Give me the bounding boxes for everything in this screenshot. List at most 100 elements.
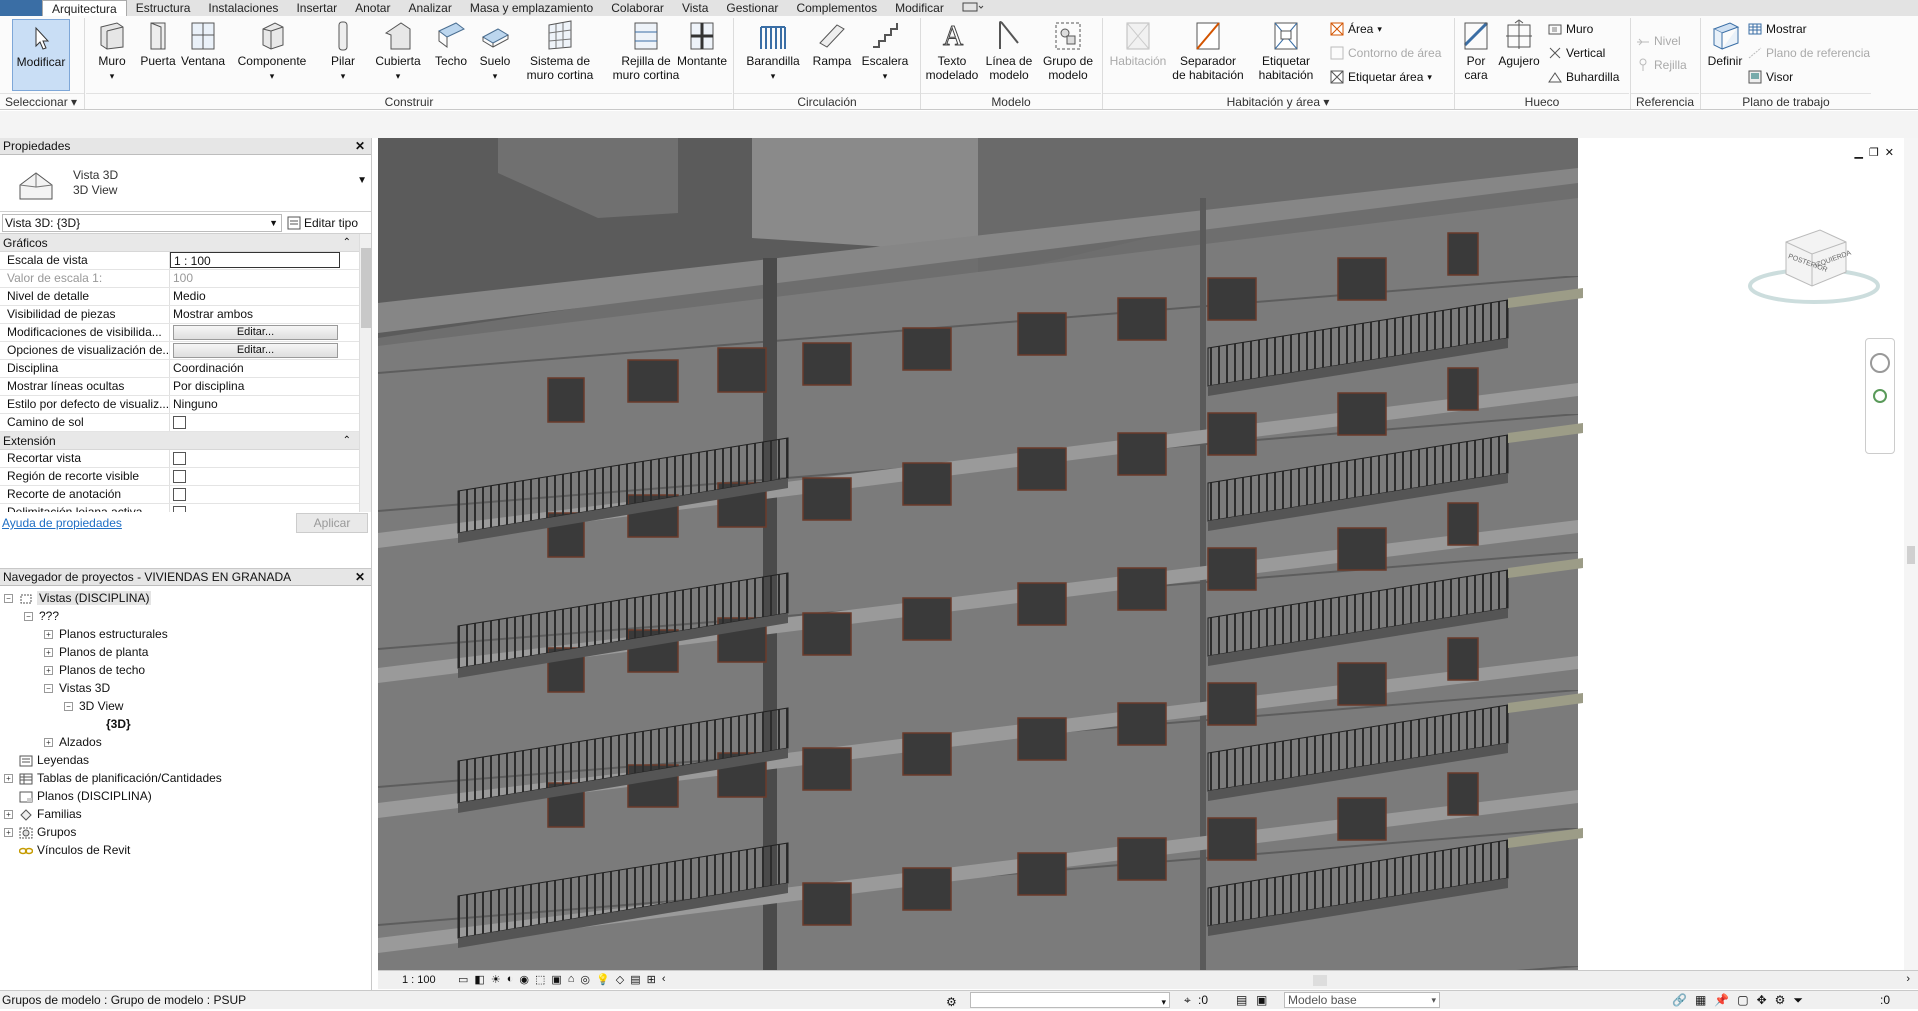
viewcube[interactable]: POSTERIOR IZQUIERDA — [1744, 224, 1884, 314]
edit-type-button[interactable]: Editar tipo — [287, 214, 358, 232]
agujero-button[interactable]: Agujero — [1496, 19, 1542, 68]
prop-value[interactable]: Por disciplina — [170, 378, 359, 395]
prop-row[interactable]: Estilo por defecto de visualiz... Ninguno — [0, 396, 359, 414]
visor-button[interactable]: Visor — [1748, 70, 1793, 84]
scroll-right-icon[interactable]: › — [1906, 973, 1910, 985]
tab-vista[interactable]: Vista — [673, 0, 717, 16]
tab-colaborar[interactable]: Colaborar — [602, 0, 673, 16]
main-model-icon[interactable]: ▣ — [1256, 991, 1267, 1009]
section-extension[interactable]: Extensión ⌃ — [0, 432, 359, 450]
tree-item-grupos[interactable]: + Grupos — [4, 823, 76, 841]
barandilla-button[interactable]: Barandilla ▾ — [740, 19, 806, 83]
ventana-button[interactable]: Ventana — [181, 19, 225, 68]
expand-icon[interactable]: + — [44, 738, 53, 748]
expand-icon[interactable]: + — [44, 666, 53, 676]
group-habitacion-area[interactable]: Habitación y área ▾ — [1103, 93, 1453, 109]
sun-path-checkbox[interactable] — [173, 416, 186, 429]
workset-dropdown[interactable]: ▾ — [970, 992, 1170, 1008]
building-3d-model[interactable] — [378, 138, 1918, 970]
chevron-down-icon[interactable]: ▼ — [357, 175, 367, 186]
crop-view-icon[interactable]: ⬚ — [535, 973, 545, 986]
visual-style-icon[interactable]: ◧ — [474, 973, 484, 986]
properties-help-link[interactable]: Ayuda de propiedades — [2, 516, 122, 530]
tab-masa[interactable]: Masa y emplazamiento — [461, 0, 602, 16]
expand-icon[interactable]: + — [44, 630, 53, 640]
tab-instalaciones[interactable]: Instalaciones — [199, 0, 287, 16]
escalera-button[interactable]: Escalera ▾ — [858, 19, 912, 83]
prop-row[interactable]: Opciones de visualización de... Editar... — [0, 342, 359, 360]
prop-row[interactable]: Región de recorte visible — [0, 468, 359, 486]
tree-item-familias[interactable]: + Familias — [4, 805, 82, 823]
sun-path-icon[interactable]: ☀ — [491, 973, 501, 986]
design-option-dropdown[interactable]: Modelo base ▾ — [1284, 992, 1440, 1008]
close-icon[interactable]: ✕ — [355, 569, 365, 586]
tree-item-planos-estructurales[interactable]: + Planos estructurales — [44, 625, 168, 643]
cubierta-button[interactable]: Cubierta ▾ — [372, 19, 424, 83]
tree-item-vinculos[interactable]: Vínculos de Revit — [4, 841, 130, 859]
prop-value[interactable]: Mostrar ambos — [170, 306, 359, 323]
prop-row[interactable]: Modificaciones de visibilida... Editar... — [0, 324, 359, 342]
hueco-muro-button[interactable]: Muro — [1548, 22, 1593, 36]
tab-arquitectura[interactable]: Arquitectura — [42, 0, 127, 17]
background-processes-icon[interactable]: ⚙ — [1775, 991, 1786, 1009]
highlight-icon[interactable]: ▤ — [630, 973, 640, 986]
tree-item-planos-techo[interactable]: + Planos de techo — [44, 661, 145, 679]
group-seleccionar[interactable]: Seleccionar ▾ — [0, 93, 84, 109]
prop-row[interactable]: Escala de vista 1 : 100 — [0, 252, 359, 270]
prop-value[interactable]: Medio — [170, 288, 359, 305]
select-face-icon[interactable]: ▢ — [1737, 991, 1748, 1009]
etiquetar-area-button[interactable]: Etiquetar área ▾ — [1330, 70, 1432, 84]
techo-button[interactable]: Techo — [431, 19, 471, 68]
properties-scrollbar[interactable] — [359, 234, 371, 512]
expand-icon[interactable]: + — [44, 648, 53, 658]
prop-value[interactable]: Ninguno — [170, 396, 359, 413]
prop-row[interactable]: Camino de sol — [0, 414, 359, 432]
etiquetar-habitacion-button[interactable]: Etiquetar habitación — [1250, 19, 1322, 82]
tree-item-tablas[interactable]: + Tablas de planificación/Cantidades — [4, 769, 222, 787]
buhardilla-button[interactable]: Buhardilla — [1548, 70, 1619, 84]
tab-analizar[interactable]: Analizar — [399, 0, 460, 16]
minimize-icon[interactable]: ▁ — [1854, 146, 1862, 159]
tree-item-vistas-3d[interactable]: − Vistas 3D — [44, 679, 110, 697]
shadows-icon[interactable]: ◐ — [507, 973, 514, 986]
tree-item-unknown[interactable]: −??? — [24, 607, 59, 625]
scroll-thumb[interactable] — [1907, 546, 1915, 564]
close-icon[interactable]: ✕ — [355, 138, 365, 155]
mostrar-button[interactable]: Mostrar — [1748, 22, 1807, 36]
application-menu-button[interactable] — [0, 0, 42, 16]
drag-elements-icon[interactable]: ✥ — [1757, 991, 1767, 1009]
definir-button[interactable]: Definir — [1704, 19, 1746, 68]
ribbon-minimize-toggle-icon[interactable] — [953, 0, 993, 16]
instance-filter-dropdown[interactable]: Vista 3D: {3D} ▼ — [2, 214, 282, 232]
muro-button[interactable]: Muro ▾ — [92, 19, 132, 83]
tree-item-planos-planta[interactable]: + Planos de planta — [44, 643, 148, 661]
prop-row[interactable]: Nivel de detalle Medio — [0, 288, 359, 306]
collapse-icon[interactable]: − — [44, 684, 53, 694]
sistema-muro-cortina-button[interactable]: Sistema de muro cortina — [522, 19, 598, 82]
tab-modificar[interactable]: Modificar — [886, 0, 953, 16]
3d-viewport[interactable]: ▁ ❐ ✕ POSTERIOR IZQUIERDA — [378, 138, 1918, 970]
horizontal-scroll-thumb[interactable] — [1313, 975, 1327, 986]
tab-insertar[interactable]: Insertar — [287, 0, 346, 16]
vertical-scrollbar[interactable] — [1904, 138, 1918, 970]
prop-row[interactable]: Mostrar líneas ocultas Por disciplina — [0, 378, 359, 396]
scroll-left-icon[interactable]: ‹ — [662, 973, 666, 986]
collapse-icon[interactable]: − — [24, 612, 33, 622]
tree-item-alzados[interactable]: + Alzados — [44, 733, 102, 751]
temp-hide-icon[interactable]: ◎ — [580, 973, 590, 986]
prop-row[interactable]: Visibilidad de piezas Mostrar ambos — [0, 306, 359, 324]
modificar-button[interactable]: Modificar — [12, 19, 70, 91]
worksets-icon[interactable]: ⚙ — [946, 993, 957, 1011]
view-scale-input[interactable]: 1 : 100 — [170, 252, 340, 268]
render-icon[interactable]: ◉ — [519, 973, 529, 986]
prop-row[interactable]: Delimitación lejana activa — [0, 504, 359, 512]
collapse-icon[interactable]: − — [64, 702, 73, 712]
detail-level-icon[interactable]: ▭ — [458, 973, 468, 986]
puerta-button[interactable]: Puerta — [138, 19, 178, 68]
expand-icon[interactable]: + — [4, 774, 13, 784]
grupo-modelo-button[interactable]: Grupo de modelo — [1038, 19, 1098, 82]
rampa-button[interactable]: Rampa — [810, 19, 854, 68]
close-icon[interactable]: ✕ — [1885, 146, 1894, 159]
constraints-icon[interactable]: ⊞ — [647, 973, 656, 986]
hueco-por-cara-button[interactable]: Por cara — [1458, 19, 1494, 82]
